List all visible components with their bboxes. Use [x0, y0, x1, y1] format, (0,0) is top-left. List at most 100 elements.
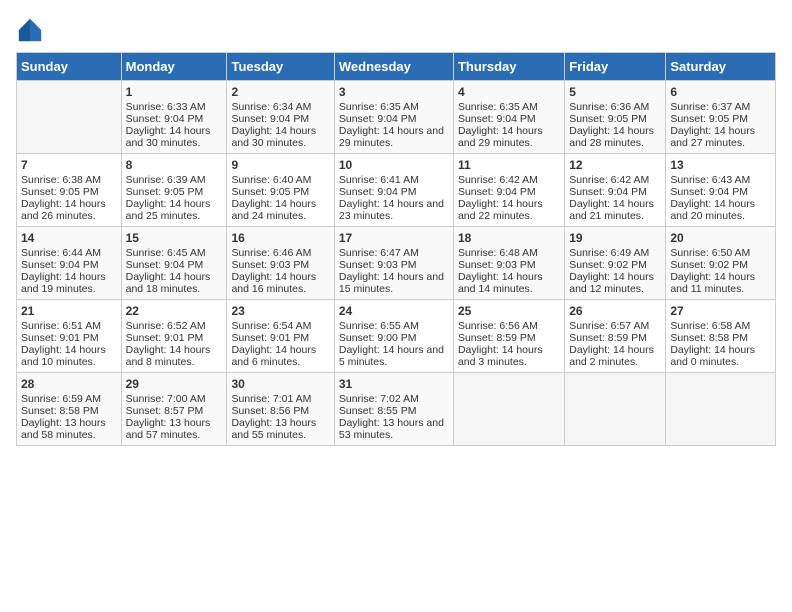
day-info: Daylight: 14 hours and 29 minutes. [458, 125, 560, 149]
day-number: 21 [21, 304, 117, 318]
day-info: Sunset: 9:04 PM [670, 186, 771, 198]
day-info: Sunrise: 7:01 AM [231, 393, 329, 405]
calendar-cell: 6Sunrise: 6:37 AMSunset: 9:05 PMDaylight… [666, 81, 776, 154]
calendar-cell: 17Sunrise: 6:47 AMSunset: 9:03 PMDayligh… [334, 227, 453, 300]
day-info: Daylight: 14 hours and 15 minutes. [339, 271, 449, 295]
day-info: Sunrise: 6:49 AM [569, 247, 661, 259]
day-info: Sunrise: 6:54 AM [231, 320, 329, 332]
day-number: 22 [126, 304, 223, 318]
day-number: 7 [21, 158, 117, 172]
day-number: 3 [339, 85, 449, 99]
day-number: 13 [670, 158, 771, 172]
day-info: Sunrise: 6:47 AM [339, 247, 449, 259]
day-info: Sunrise: 6:43 AM [670, 174, 771, 186]
day-number: 5 [569, 85, 661, 99]
calendar-cell: 19Sunrise: 6:49 AMSunset: 9:02 PMDayligh… [565, 227, 666, 300]
day-info: Sunset: 8:55 PM [339, 405, 449, 417]
day-number: 11 [458, 158, 560, 172]
day-info: Sunrise: 6:41 AM [339, 174, 449, 186]
day-info: Sunrise: 6:50 AM [670, 247, 771, 259]
calendar-cell: 12Sunrise: 6:42 AMSunset: 9:04 PMDayligh… [565, 154, 666, 227]
day-info: Sunrise: 7:02 AM [339, 393, 449, 405]
day-info: Daylight: 14 hours and 12 minutes. [569, 271, 661, 295]
calendar-cell [453, 373, 564, 446]
day-number: 4 [458, 85, 560, 99]
day-info: Sunrise: 6:55 AM [339, 320, 449, 332]
week-row-1: 1Sunrise: 6:33 AMSunset: 9:04 PMDaylight… [17, 81, 776, 154]
day-info: Sunrise: 6:57 AM [569, 320, 661, 332]
calendar-cell: 11Sunrise: 6:42 AMSunset: 9:04 PMDayligh… [453, 154, 564, 227]
calendar-cell: 14Sunrise: 6:44 AMSunset: 9:04 PMDayligh… [17, 227, 122, 300]
calendar-cell: 18Sunrise: 6:48 AMSunset: 9:03 PMDayligh… [453, 227, 564, 300]
day-number: 18 [458, 231, 560, 245]
day-info: Sunset: 9:04 PM [126, 259, 223, 271]
header-row: SundayMondayTuesdayWednesdayThursdayFrid… [17, 53, 776, 81]
day-info: Sunrise: 6:56 AM [458, 320, 560, 332]
calendar-table: SundayMondayTuesdayWednesdayThursdayFrid… [16, 52, 776, 446]
day-info: Sunset: 9:05 PM [569, 113, 661, 125]
page-header [16, 16, 776, 44]
day-info: Sunrise: 6:52 AM [126, 320, 223, 332]
week-row-5: 28Sunrise: 6:59 AMSunset: 8:58 PMDayligh… [17, 373, 776, 446]
day-info: Daylight: 14 hours and 19 minutes. [21, 271, 117, 295]
day-info: Sunrise: 6:46 AM [231, 247, 329, 259]
day-number: 1 [126, 85, 223, 99]
day-info: Sunset: 9:01 PM [21, 332, 117, 344]
day-info: Sunset: 9:04 PM [458, 186, 560, 198]
day-number: 27 [670, 304, 771, 318]
day-info: Sunrise: 6:58 AM [670, 320, 771, 332]
day-info: Sunset: 8:58 PM [670, 332, 771, 344]
calendar-cell: 9Sunrise: 6:40 AMSunset: 9:05 PMDaylight… [227, 154, 334, 227]
day-number: 17 [339, 231, 449, 245]
day-number: 30 [231, 377, 329, 391]
calendar-cell [565, 373, 666, 446]
day-number: 8 [126, 158, 223, 172]
day-info: Sunset: 9:04 PM [339, 186, 449, 198]
day-info: Daylight: 14 hours and 11 minutes. [670, 271, 771, 295]
day-info: Sunrise: 6:36 AM [569, 101, 661, 113]
day-number: 24 [339, 304, 449, 318]
calendar-cell: 5Sunrise: 6:36 AMSunset: 9:05 PMDaylight… [565, 81, 666, 154]
day-info: Sunrise: 6:37 AM [670, 101, 771, 113]
day-info: Sunset: 9:02 PM [670, 259, 771, 271]
calendar-cell: 21Sunrise: 6:51 AMSunset: 9:01 PMDayligh… [17, 300, 122, 373]
day-info: Sunrise: 6:59 AM [21, 393, 117, 405]
day-info: Daylight: 14 hours and 18 minutes. [126, 271, 223, 295]
day-number: 15 [126, 231, 223, 245]
day-number: 23 [231, 304, 329, 318]
calendar-cell: 25Sunrise: 6:56 AMSunset: 8:59 PMDayligh… [453, 300, 564, 373]
day-info: Sunset: 9:04 PM [569, 186, 661, 198]
day-info: Daylight: 14 hours and 26 minutes. [21, 198, 117, 222]
day-number: 26 [569, 304, 661, 318]
day-info: Sunrise: 6:44 AM [21, 247, 117, 259]
day-info: Daylight: 14 hours and 3 minutes. [458, 344, 560, 368]
week-row-2: 7Sunrise: 6:38 AMSunset: 9:05 PMDaylight… [17, 154, 776, 227]
day-info: Sunset: 8:57 PM [126, 405, 223, 417]
calendar-cell [666, 373, 776, 446]
day-info: Daylight: 14 hours and 5 minutes. [339, 344, 449, 368]
day-info: Daylight: 13 hours and 55 minutes. [231, 417, 329, 441]
week-row-4: 21Sunrise: 6:51 AMSunset: 9:01 PMDayligh… [17, 300, 776, 373]
day-info: Sunrise: 6:40 AM [231, 174, 329, 186]
calendar-cell: 15Sunrise: 6:45 AMSunset: 9:04 PMDayligh… [121, 227, 227, 300]
day-info: Sunrise: 6:48 AM [458, 247, 560, 259]
day-info: Sunrise: 6:51 AM [21, 320, 117, 332]
calendar-cell: 23Sunrise: 6:54 AMSunset: 9:01 PMDayligh… [227, 300, 334, 373]
day-number: 29 [126, 377, 223, 391]
day-info: Daylight: 14 hours and 6 minutes. [231, 344, 329, 368]
header-day-saturday: Saturday [666, 53, 776, 81]
day-number: 10 [339, 158, 449, 172]
day-info: Sunset: 9:05 PM [126, 186, 223, 198]
day-number: 6 [670, 85, 771, 99]
calendar-cell: 1Sunrise: 6:33 AMSunset: 9:04 PMDaylight… [121, 81, 227, 154]
day-info: Daylight: 14 hours and 30 minutes. [231, 125, 329, 149]
day-number: 28 [21, 377, 117, 391]
calendar-cell: 10Sunrise: 6:41 AMSunset: 9:04 PMDayligh… [334, 154, 453, 227]
calendar-cell: 22Sunrise: 6:52 AMSunset: 9:01 PMDayligh… [121, 300, 227, 373]
logo [16, 16, 48, 44]
day-info: Daylight: 14 hours and 14 minutes. [458, 271, 560, 295]
day-info: Sunset: 9:01 PM [126, 332, 223, 344]
day-info: Sunset: 8:59 PM [569, 332, 661, 344]
day-info: Sunrise: 6:35 AM [339, 101, 449, 113]
header-day-thursday: Thursday [453, 53, 564, 81]
